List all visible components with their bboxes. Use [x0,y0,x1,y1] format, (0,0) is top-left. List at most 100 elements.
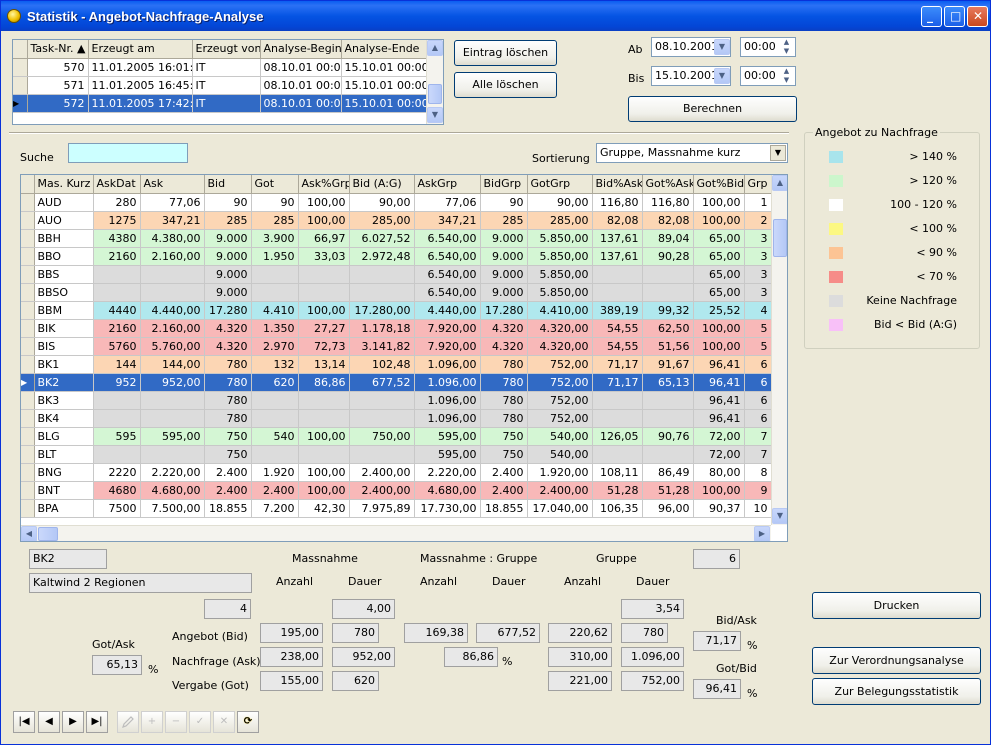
grid-cell[interactable]: 100,00 [298,301,350,320]
grid-cell[interactable]: 6.540,00 [414,265,481,284]
grid-cell[interactable]: 1 [744,193,772,212]
grid-cell[interactable]: 100,00 [693,337,745,356]
grid-cell[interactable]: 347,21 [414,211,481,230]
scroll-left-icon[interactable]: ◀ [21,526,37,541]
row-indicator[interactable] [21,247,35,266]
task-col-header[interactable]: Erzeugt am [88,40,193,59]
grid-cell[interactable]: 82,08 [642,211,694,230]
grid-cell[interactable]: 96,41 [693,409,745,428]
grid-cell[interactable]: 65,13 [642,373,694,392]
grid-cell[interactable] [298,445,350,464]
grid-cell[interactable]: 6.027,52 [349,229,415,248]
grid-cell[interactable] [140,391,205,410]
row-indicator[interactable] [21,211,35,230]
nav-first-button[interactable]: |◀ [13,711,35,733]
grid-cell[interactable]: 2.400,00 [527,481,593,500]
grid-cell[interactable]: 4380 [93,229,141,248]
grid-cell[interactable]: 677,52 [349,373,415,392]
grid-cell[interactable]: 285 [480,211,528,230]
grid-cell[interactable]: 71,17 [592,355,643,374]
grid-cell[interactable] [93,391,141,410]
grid-cell[interactable]: 5.850,00 [527,247,593,266]
scroll-down-icon[interactable]: ▼ [772,508,787,524]
from-time-spinner[interactable]: ▲ ▼ [778,38,795,56]
print-button[interactable]: Drucken [812,592,981,619]
grid-cell[interactable]: 132 [251,355,299,374]
grid-row[interactable]: BNG 2220 2.220,00 2.400 1.920 100,00 2.400,00 2… [21,463,772,482]
grid-col-header[interactable]: Got%Ask [642,175,694,194]
nav-last-button[interactable]: ▶| [86,711,108,733]
grid-cell[interactable]: 6.540,00 [414,247,481,266]
analysis-grid[interactable]: Mas. Kurz AskDat Ask Bid Got Ask%Grp Bid (A:G)… [20,174,788,542]
scroll-down-icon[interactable]: ▼ [427,107,443,123]
task-cell[interactable]: 15.10.01 00:00 [341,94,428,113]
grid-cell[interactable]: 17.280 [480,301,528,320]
grid-cell[interactable]: 2.400 [251,481,299,500]
grid-cell[interactable]: 4.380,00 [140,229,205,248]
grid-cell[interactable]: 285,00 [349,211,415,230]
grid-col-header[interactable]: Bid (A:G) [349,175,415,194]
grid-cell[interactable]: 3 [744,229,772,248]
grid-cell[interactable]: 116,80 [592,193,643,212]
grid-cell[interactable]: 2.400 [480,481,528,500]
grid-cell[interactable]: 7.920,00 [414,337,481,356]
task-col-header[interactable]: Analyse-Beginn [260,40,342,59]
grid-cell[interactable]: AUD [34,193,94,212]
grid-cell[interactable]: 90,28 [642,247,694,266]
grid-cell[interactable] [642,391,694,410]
grid-cell[interactable] [251,283,299,302]
grid-cell[interactable]: BBS [34,265,94,284]
grid-cell[interactable]: 6 [744,391,772,410]
grid-cell[interactable] [93,265,141,284]
grid-cell[interactable]: 540 [251,427,299,446]
scroll-up-icon[interactable]: ▲ [427,40,443,56]
grid-cell[interactable]: 2.220,00 [140,463,205,482]
task-cell[interactable]: 08.10.01 00:00 [260,94,342,113]
row-indicator[interactable] [21,283,35,302]
grid-cell[interactable]: BLG [34,427,94,446]
grid-cell[interactable]: 2.400 [480,463,528,482]
grid-row[interactable]: BLG 595 595,00 750 540 100,00 750,00 595,00 750 5… [21,427,772,446]
grid-cell[interactable]: 780 [204,391,252,410]
grid-cell[interactable]: 4.410 [251,301,299,320]
grid-cell[interactable]: 4680 [93,481,141,500]
grid-row[interactable]: AUD 280 77,06 90 90 100,00 90,00 77,06 90 90,00 11… [21,193,772,212]
grid-cell[interactable]: 4.680,00 [414,481,481,500]
grid-cell[interactable] [349,391,415,410]
nav-refresh-button[interactable]: ⟳ [237,711,259,733]
grid-row[interactable]: BNT 4680 4.680,00 2.400 2.400 100,00 2.400,00 4… [21,481,772,500]
grid-cell[interactable]: 2.972,48 [349,247,415,266]
grid-row[interactable]: AUO 1275 347,21 285 285 100,00 285,00 347,21 285… [21,211,772,230]
grid-cell[interactable]: 5 [744,337,772,356]
grid-cell[interactable]: 595,00 [140,427,205,446]
grid-cell[interactable]: 1.096,00 [414,409,481,428]
grid-col-header[interactable]: AskDat [93,175,141,194]
row-indicator[interactable]: ▶ [13,94,28,113]
grid-cell[interactable]: 90,00 [349,193,415,212]
grid-cell[interactable]: 65,00 [693,229,745,248]
grid-cell[interactable]: 8 [744,463,772,482]
grid-cell[interactable]: 80,00 [693,463,745,482]
grid-cell[interactable]: 65,00 [693,283,745,302]
grid-cell[interactable]: 285 [204,211,252,230]
calculate-button[interactable]: Berechnen [628,96,797,122]
from-date-dropdown-icon[interactable]: ▼ [714,39,730,55]
grid-cell[interactable]: 89,04 [642,229,694,248]
close-button[interactable]: ✕ [967,6,988,27]
grid-cell[interactable]: 7.500,00 [140,499,205,518]
grid-cell[interactable]: 82,08 [592,211,643,230]
delete-entry-button[interactable]: Eintrag löschen [454,40,557,66]
grid-cell[interactable]: BPA [34,499,94,518]
scroll-up-icon[interactable]: ▲ [772,175,787,191]
occupancy-stats-button[interactable]: Zur Belegungsstatistik [812,678,981,705]
grid-cell[interactable] [592,445,643,464]
grid-cell[interactable]: 100,00 [298,427,350,446]
grid-cell[interactable]: 100,00 [693,319,745,338]
grid-cell[interactable]: 4440 [93,301,141,320]
grid-cell[interactable]: 3 [744,283,772,302]
grid-cell[interactable]: 2.160,00 [140,319,205,338]
grid-cell[interactable]: 3.141,82 [349,337,415,356]
grid-cell[interactable]: 90,00 [527,193,593,212]
grid-cell[interactable]: BNG [34,463,94,482]
grid-cell[interactable]: 17.040,00 [527,499,593,518]
